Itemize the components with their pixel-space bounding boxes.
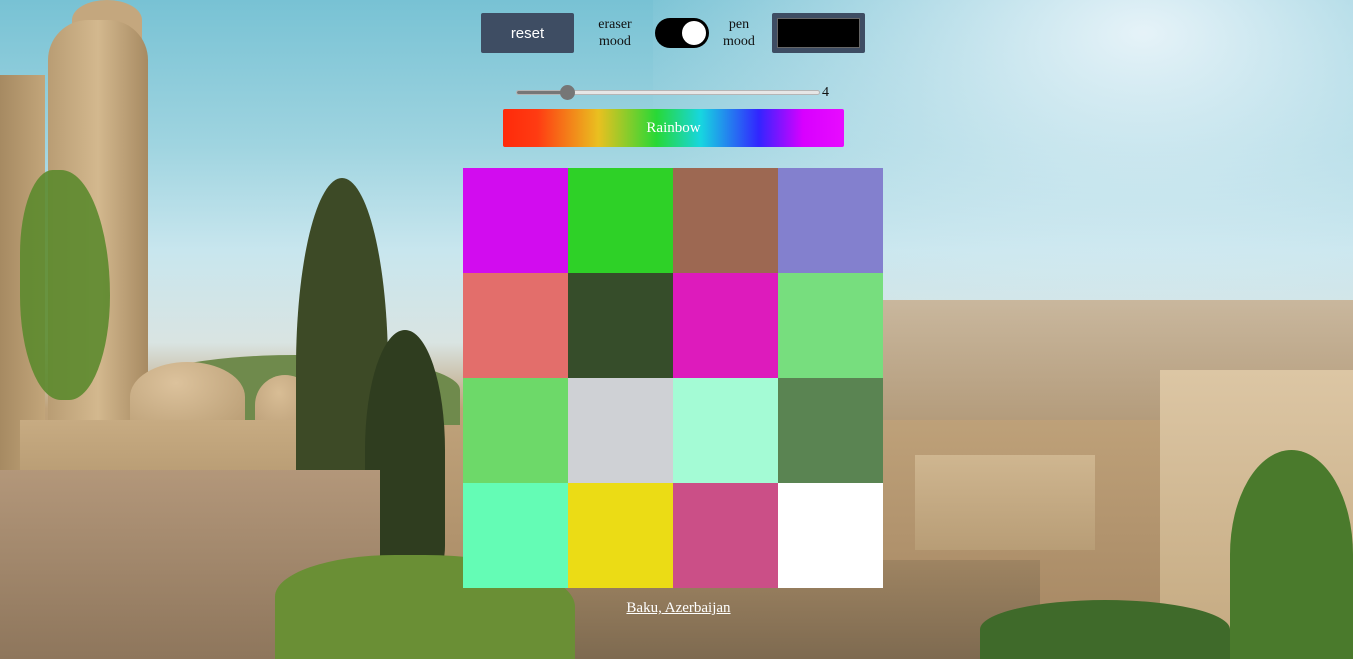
toggle-knob	[682, 21, 706, 45]
pen-color-picker[interactable]	[772, 13, 865, 53]
pen-mode-label: pen mood	[723, 17, 755, 49]
grid-cell[interactable]	[673, 273, 778, 378]
grid-cell[interactable]	[673, 483, 778, 588]
toolbar: reset eraser mood pen mood	[0, 0, 1353, 60]
grid-cell[interactable]	[673, 378, 778, 483]
brush-size-slider-thumb[interactable]	[560, 85, 575, 100]
pen-color-preview	[777, 18, 860, 48]
grid-cell[interactable]	[778, 168, 883, 273]
photo-caption: Baku, Azerbaijan	[0, 600, 1321, 617]
brush-size-slider-group: 4	[516, 84, 836, 102]
grid-cell[interactable]	[778, 273, 883, 378]
mode-toggle[interactable]	[655, 18, 709, 48]
grid-cell[interactable]	[568, 378, 673, 483]
grid-cell[interactable]	[463, 378, 568, 483]
location-link[interactable]: Baku, Azerbaijan	[590, 600, 730, 616]
rainbow-button[interactable]: Rainbow	[503, 109, 844, 147]
grid-cell[interactable]	[673, 168, 778, 273]
grid-cell[interactable]	[463, 483, 568, 588]
drawing-grid	[463, 168, 883, 588]
grid-cell[interactable]	[463, 168, 568, 273]
grid-cell[interactable]	[778, 483, 883, 588]
brush-size-value: 4	[822, 85, 829, 100]
grid-cell[interactable]	[568, 168, 673, 273]
grid-cell[interactable]	[568, 483, 673, 588]
grid-cell[interactable]	[778, 378, 883, 483]
eraser-mode-label: eraser mood	[598, 17, 632, 49]
reset-button[interactable]: reset	[481, 13, 574, 53]
grid-cell[interactable]	[568, 273, 673, 378]
grid-cell[interactable]	[463, 273, 568, 378]
